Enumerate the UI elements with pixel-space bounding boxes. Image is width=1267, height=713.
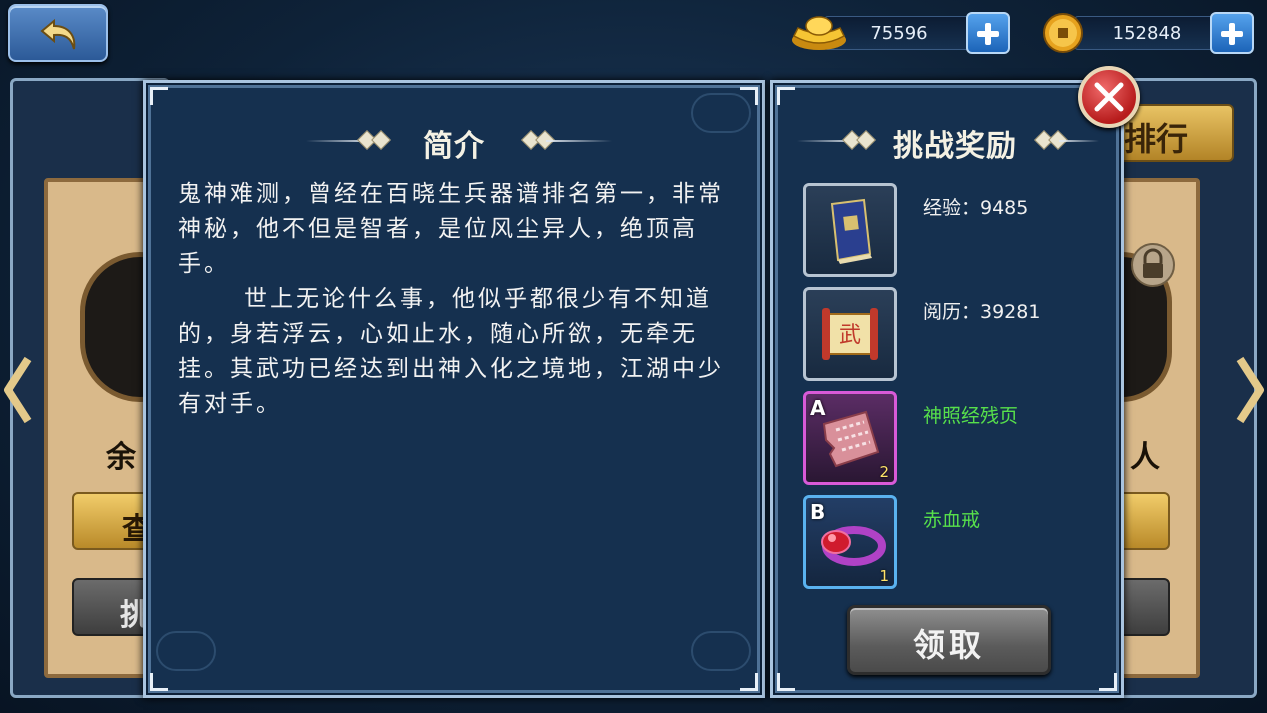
claim-label: 领取 (912, 626, 985, 664)
add-coin-button[interactable] (1210, 12, 1254, 54)
gold-ingot-counter: 75596 (790, 12, 1010, 54)
corner-ornament (740, 673, 758, 691)
lock-icon (1131, 243, 1175, 287)
corner-ornament (777, 673, 795, 691)
intro-paragraph: 鬼神难测，曾经在百晓生兵器谱排名第一，非常神秘，他不但是智者，是位风尘异人，绝顶… (178, 181, 724, 277)
item-count: 2 (879, 463, 889, 481)
right-challenge-button[interactable] (1118, 578, 1170, 636)
corner-ornament (777, 87, 795, 105)
cloud-ornament (156, 631, 216, 671)
coin-bar: 152848 (1074, 16, 1220, 50)
game-screen: 75596 152848 余 查 挑 人 排行 简介 鬼神难测，曾经在百晓生兵器… (0, 0, 1267, 713)
rewards-header: 挑战奖励 (773, 121, 1121, 164)
right-arrow-icon[interactable] (1236, 355, 1266, 425)
left-hero-name: 余 (106, 440, 136, 475)
corner-ornament (150, 673, 168, 691)
reward-experience-label: 阅历：39281 (923, 301, 1041, 323)
intro-panel: 简介 鬼神难测，曾经在百晓生兵器谱排名第一，非常神秘，他不但是智者，是位风尘异人… (143, 80, 765, 698)
close-icon (1094, 82, 1124, 112)
grade-badge: B (810, 500, 826, 524)
rewards-panel: 挑战奖励 经验：9485 武 阅历：39281 A 2 神照经残页 B 1 赤血… (770, 80, 1124, 698)
svg-text:武: 武 (839, 323, 861, 348)
back-arrow-icon (40, 18, 76, 50)
intro-text: 鬼神难测，曾经在百晓生兵器谱排名第一，非常神秘，他不但是智者，是位风尘异人，绝顶… (178, 177, 738, 422)
close-button[interactable] (1078, 66, 1140, 128)
rewards-title: 挑战奖励 (893, 129, 1017, 164)
item-count: 1 (879, 567, 889, 585)
reward-page-item[interactable]: A 2 (803, 391, 897, 485)
reward-exp-label: 经验：9485 (923, 197, 1029, 219)
claim-button[interactable]: 领取 (847, 605, 1051, 675)
reward-exp-item[interactable] (803, 183, 897, 277)
intro-paragraph: 世上无论什么事，他似乎都很少有不知道的，身若浮云，心如止水，随心所欲，无牵无挂。… (178, 286, 724, 417)
grade-badge: A (810, 396, 826, 420)
gold-ingot-icon (792, 16, 846, 50)
reward-ring-item[interactable]: B 1 (803, 495, 897, 589)
scroll-icon: 武 (822, 308, 878, 360)
coin-counter: 152848 (1040, 12, 1255, 54)
cloud-ornament (691, 631, 751, 671)
right-hero-name: 人 (1130, 440, 1160, 475)
reward-experience-item[interactable]: 武 (803, 287, 897, 381)
left-arrow-icon[interactable] (2, 355, 32, 425)
corner-ornament (1099, 673, 1117, 691)
title-divider (1059, 140, 1099, 142)
corner-ornament (150, 87, 168, 105)
title-divider (546, 140, 612, 142)
intro-header: 简介 (146, 121, 762, 164)
book-icon (830, 198, 872, 264)
coin-value: 152848 (1112, 23, 1182, 44)
add-gold-button[interactable] (966, 12, 1010, 54)
back-button[interactable] (8, 4, 108, 62)
reward-page-label: 神照经残页 (923, 405, 1019, 427)
reward-ring-label: 赤血戒 (923, 509, 981, 531)
right-view-button[interactable] (1118, 492, 1170, 550)
intro-title: 简介 (423, 129, 485, 164)
copper-coin-icon (1043, 13, 1083, 53)
